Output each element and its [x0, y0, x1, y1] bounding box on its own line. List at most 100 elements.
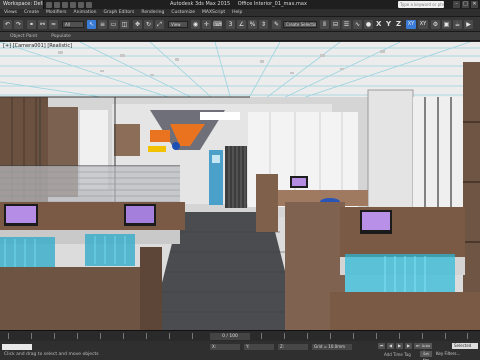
go-to-start-icon[interactable]: ⏮ [378, 343, 385, 349]
time-slider[interactable]: 0 / 100 [210, 333, 250, 340]
spinner-snap-icon[interactable]: ⇕ [259, 20, 268, 29]
chair-left-1 [0, 237, 55, 272]
undo-button[interactable]: ↶ [3, 20, 12, 29]
selection-filter-dropdown[interactable]: All [62, 21, 84, 28]
monitor-left-1-screen [6, 206, 36, 223]
previous-frame-icon[interactable]: ◀ [387, 343, 394, 349]
bind-space-warp-icon[interactable]: ≈ [49, 20, 58, 29]
monitor-right-far-screen [292, 178, 306, 186]
white-beam [200, 112, 240, 120]
select-and-rotate-icon[interactable]: ↻ [144, 20, 153, 29]
open-file-icon[interactable] [54, 1, 60, 8]
chair-left-2 [85, 234, 135, 266]
menu-bar: Views Create Modifiers Animation Graph E… [0, 9, 480, 17]
edit-named-selection-icon[interactable]: ✎ [272, 20, 281, 29]
coord-y-field[interactable]: Y: [244, 344, 274, 350]
percent-snap-icon[interactable]: % [248, 20, 257, 29]
main-toolbar: ↶ ↷ ⚭ ⚯ ≈ All ↖ ≡ ▭ ◫ ✥ ↻ ⤢ View ◉ ✛ ⌨ 3… [0, 17, 480, 32]
auto-key-button[interactable]: Auto Key [420, 343, 432, 354]
menu-maxscript[interactable]: MAXScript [202, 10, 225, 15]
close-button[interactable]: ✕ [471, 1, 478, 8]
camera-viewport[interactable]: [+] [Camera001] [Realistic] [0, 42, 480, 330]
key-filters-button[interactable]: Key Filters... [436, 351, 460, 356]
redo-icon[interactable] [78, 1, 84, 8]
viewport-render [0, 42, 480, 330]
maximize-button[interactable]: □ [462, 1, 469, 8]
coord-z-field[interactable]: Z: [278, 344, 308, 350]
menu-views[interactable]: Views [4, 10, 17, 15]
set-key-button[interactable]: Set Key [420, 351, 432, 360]
project-folder-icon[interactable] [86, 1, 92, 8]
menu-help[interactable]: Help [232, 10, 242, 15]
axis-xy-cycle-icon[interactable]: XY [418, 20, 428, 29]
new-file-icon[interactable] [46, 1, 52, 8]
reference-coordinate-dropdown[interactable]: View [168, 21, 188, 28]
axis-y-icon[interactable]: Y [386, 20, 391, 29]
maxscript-listener[interactable] [2, 344, 32, 350]
select-and-move-icon[interactable]: ✥ [133, 20, 142, 29]
monitor-right-near-screen [362, 212, 390, 230]
rectangular-selection-icon[interactable]: ▭ [109, 20, 118, 29]
tab-populate[interactable]: Populate [51, 34, 71, 39]
menu-animation[interactable]: Animation [74, 10, 97, 15]
window-crossing-icon[interactable]: ◫ [120, 20, 129, 29]
render-iterative-icon[interactable]: ▶ [464, 20, 473, 29]
blue-sphere [172, 142, 180, 150]
dispenser-panel [212, 155, 220, 163]
undo-icon[interactable] [70, 1, 76, 8]
next-frame-icon[interactable]: ▶ [405, 343, 412, 349]
add-time-tag[interactable]: Add Time Tag [384, 352, 411, 357]
window-title: Autodesk 3ds Max 2015 Office Interior_01… [170, 0, 313, 9]
keyboard-shortcut-icon[interactable]: ⌨ [213, 20, 222, 29]
minimize-button[interactable]: – [453, 1, 460, 8]
viewport-label[interactable]: [+] [Camera001] [Realistic] [3, 43, 72, 49]
mirror-icon[interactable]: ⫴ [320, 20, 329, 29]
snaps-toggle-icon[interactable]: 3 [226, 20, 235, 29]
select-by-name-icon[interactable]: ≡ [98, 20, 107, 29]
curve-editor-icon[interactable]: ∿ [353, 20, 362, 29]
play-icon[interactable]: ▶ [396, 343, 403, 349]
axis-xy-icon[interactable]: XY [406, 20, 416, 29]
coord-x-field[interactable]: X: [210, 344, 240, 350]
title-bar: Workspace: Default Autodesk 3ds Max 2015… [0, 0, 480, 9]
menu-modifiers[interactable]: Modifiers [46, 10, 67, 15]
menu-graph-editors[interactable]: Graph Editors [103, 10, 134, 15]
right-desk-partition-1 [256, 174, 278, 232]
metal-door [225, 146, 247, 208]
app-title: Autodesk 3ds Max 2015 [170, 1, 231, 7]
unlink-icon[interactable]: ⚯ [38, 20, 47, 29]
tab-object-paint[interactable]: Object Paint [10, 34, 37, 39]
monitor-left-2-screen [126, 206, 154, 223]
select-manipulate-icon[interactable]: ✛ [202, 20, 211, 29]
window-controls: – □ ✕ [453, 1, 478, 8]
selected-dropdown[interactable]: Selected [452, 343, 478, 349]
menu-rendering[interactable]: Rendering [141, 10, 164, 15]
search-input[interactable]: Type a keyword or phrase [398, 1, 444, 8]
link-icon[interactable]: ⚭ [27, 20, 36, 29]
right-wood-shelf [463, 62, 480, 322]
axis-z-icon[interactable]: Z [396, 20, 401, 29]
workspace-selector[interactable]: Workspace: Default [0, 0, 44, 9]
layer-manager-icon[interactable]: ☰ [342, 20, 351, 29]
wood-partition [114, 124, 140, 156]
menu-create[interactable]: Create [24, 10, 39, 15]
material-editor-icon[interactable]: ● [364, 20, 373, 29]
save-file-icon[interactable] [62, 1, 68, 8]
right-desk-panel [340, 207, 465, 257]
select-object-icon[interactable]: ↖ [87, 20, 96, 29]
named-selection-dropdown[interactable]: Create Selection Se [283, 21, 317, 28]
align-icon[interactable]: ⊟ [331, 20, 340, 29]
render-production-icon[interactable]: ☕ [453, 20, 462, 29]
angle-snap-icon[interactable]: ∠ [237, 20, 246, 29]
rendered-frame-window-icon[interactable]: ▣ [442, 20, 451, 29]
file-name: Office Interior_01_max.max [237, 1, 307, 7]
menu-customize[interactable]: Customize [171, 10, 195, 15]
select-and-scale-icon[interactable]: ⤢ [155, 20, 164, 29]
timeline[interactable]: 0 / 100 [0, 330, 480, 341]
axis-x-icon[interactable]: X [376, 20, 381, 29]
pivot-point-center-icon[interactable]: ◉ [191, 20, 200, 29]
quick-access-toolbar [46, 1, 92, 8]
render-setup-icon[interactable]: ⚙ [431, 20, 440, 29]
left-desk-leg [140, 247, 162, 330]
redo-button[interactable]: ↷ [14, 20, 23, 29]
